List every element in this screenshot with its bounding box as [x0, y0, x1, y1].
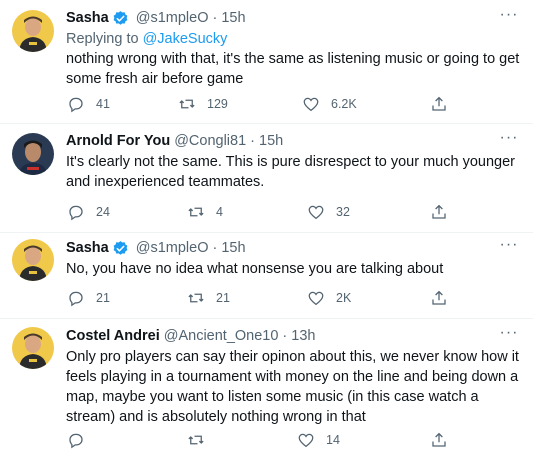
retweet-button[interactable]: 4 [187, 201, 223, 223]
separator: · [212, 10, 218, 26]
display-name[interactable]: Sasha [66, 238, 109, 258]
handle[interactable]: @s1mpleO [136, 238, 209, 258]
reply-icon [69, 97, 83, 113]
separator: · [212, 240, 218, 256]
share-button[interactable] [430, 287, 448, 309]
handle[interactable]: @Ancient_One10 [164, 326, 279, 346]
share-button[interactable] [430, 429, 448, 451]
display-name[interactable]: Sasha [66, 8, 109, 28]
avatar[interactable] [12, 239, 54, 281]
tweet-text: Only pro players can say their opinon ab… [66, 349, 519, 425]
heart-icon [308, 291, 324, 306]
retweet-count: 4 [216, 205, 223, 219]
avatar[interactable] [12, 10, 54, 52]
display-name[interactable]: Arnold For You [66, 131, 170, 151]
share-icon [432, 204, 446, 219]
verified-badge-icon [112, 10, 129, 27]
avatar[interactable] [12, 327, 54, 369]
replying-to-mention[interactable]: @JakeSucky [143, 31, 228, 47]
tweet-actions: 41 129 6.2K [58, 93, 458, 115]
avatar[interactable] [12, 133, 54, 175]
like-count: 2K [336, 291, 352, 305]
share-icon [432, 96, 446, 111]
retweet-icon [188, 207, 204, 217]
more-options-icon[interactable]: ··· [499, 325, 519, 346]
reply-button[interactable]: 24 [67, 201, 110, 223]
like-button[interactable]: 6.2K [302, 93, 357, 115]
tweet-actions: 14 [58, 429, 458, 451]
retweet-icon [188, 293, 204, 303]
handle[interactable]: @s1mpleO [136, 8, 209, 28]
timestamp[interactable]: 15h [221, 238, 245, 258]
retweet-count: 129 [207, 97, 228, 111]
reply-icon [69, 291, 83, 307]
heart-icon [303, 97, 319, 112]
handle[interactable]: @Congli81 [174, 131, 246, 151]
more-options-icon[interactable]: ··· [499, 237, 519, 258]
retweet-button[interactable]: 129 [178, 93, 228, 115]
like-button[interactable]: 14 [297, 429, 340, 451]
share-icon [432, 290, 446, 305]
like-button[interactable]: 32 [307, 201, 350, 223]
display-name[interactable]: Costel Andrei [66, 326, 160, 346]
more-options-icon[interactable]: ··· [499, 130, 519, 151]
tweet[interactable]: Costel Andrei @Ancient_One10 · 13h ··· O… [0, 319, 533, 453]
separator: · [282, 328, 288, 344]
like-count: 32 [336, 205, 350, 219]
like-count: 14 [326, 433, 340, 447]
timestamp[interactable]: 15h [221, 8, 245, 28]
retweet-icon [179, 99, 195, 109]
heart-icon [298, 433, 314, 448]
tweet-text: nothing wrong with that, it's the same a… [66, 51, 520, 87]
like-count: 6.2K [331, 97, 357, 111]
share-button[interactable] [430, 93, 448, 115]
reply-button[interactable]: 21 [67, 287, 110, 309]
reply-count: 24 [96, 205, 110, 219]
tweet-actions: 21 21 2K [58, 287, 458, 309]
replying-to-label: Replying to [66, 31, 139, 47]
retweet-icon [188, 435, 204, 445]
retweet-count: 21 [216, 291, 230, 305]
replying-to: Replying to @JakeSucky [66, 29, 227, 49]
reply-icon [69, 205, 83, 221]
reply-count: 21 [96, 291, 110, 305]
tweet-text: It's clearly not the same. This is pure … [66, 154, 515, 190]
like-button[interactable]: 2K [307, 287, 351, 309]
retweet-button[interactable] [187, 429, 216, 451]
retweet-button[interactable]: 21 [187, 287, 230, 309]
timestamp[interactable]: 13h [291, 326, 315, 346]
verified-badge-icon [112, 240, 129, 257]
tweet[interactable]: Sasha @s1mpleO · 15h ··· No, you have no… [0, 233, 533, 319]
tweet[interactable]: Arnold For You @Congli81 · 15h ··· It's … [0, 124, 533, 233]
tweet-text: No, you have no idea what nonsense you a… [66, 261, 444, 277]
separator: · [250, 133, 255, 149]
tweet-actions: 24 4 32 [58, 201, 458, 223]
reply-count: 41 [96, 97, 110, 111]
heart-icon [308, 205, 324, 220]
timestamp[interactable]: 15h [259, 131, 283, 151]
share-button[interactable] [430, 201, 448, 223]
more-options-icon[interactable]: ··· [499, 7, 519, 28]
reply-button[interactable]: 41 [67, 93, 110, 115]
share-icon [432, 432, 446, 447]
reply-button[interactable] [67, 429, 96, 451]
reply-icon [69, 433, 83, 449]
tweet[interactable]: Sasha @s1mpleO · 15h ··· Replying to @Ja… [0, 0, 533, 124]
